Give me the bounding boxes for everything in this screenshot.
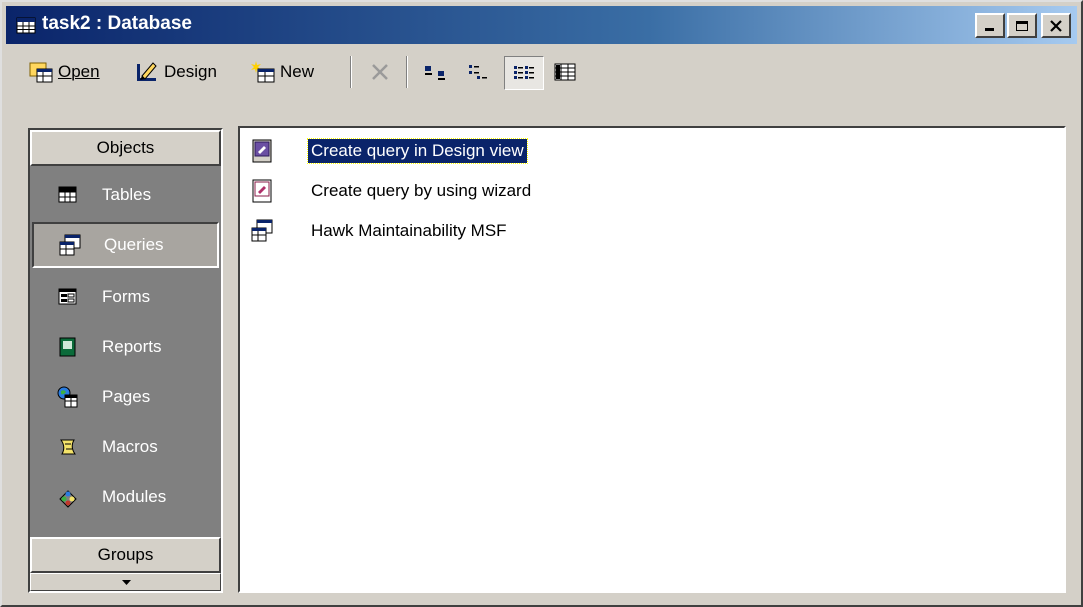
design-button[interactable]: Design — [134, 56, 217, 88]
details-view-icon — [554, 63, 576, 81]
large-icons-button[interactable] — [418, 56, 456, 88]
new-label: New — [280, 62, 315, 81]
chevron-down-icon — [122, 580, 131, 585]
list-item[interactable]: Create query in Design view — [250, 134, 528, 168]
delete-button[interactable] — [364, 56, 396, 88]
minimize-button[interactable] — [975, 13, 1005, 38]
list-item-label: Create query by using wizard — [311, 181, 532, 200]
database-window: task2 : Database Open Design New Objects… — [0, 0, 1083, 607]
sidebar-item-label: Pages — [102, 387, 151, 406]
new-button[interactable]: New — [250, 56, 314, 88]
close-button[interactable] — [1041, 13, 1071, 38]
small-icons-button[interactable] — [460, 56, 498, 88]
sidebar-item-label: Tables — [102, 185, 152, 204]
sidebar-item-label: Forms — [102, 287, 151, 306]
sidebar-item-queries[interactable]: Queries — [32, 222, 219, 268]
open-icon — [29, 62, 53, 83]
objects-header-button[interactable]: Objects — [30, 130, 221, 166]
toolbar-separator — [350, 56, 352, 88]
list-item-label: Create query in Design view — [307, 138, 528, 164]
object-list[interactable]: Create query in Design view Create query… — [238, 126, 1066, 593]
module-icon — [59, 490, 77, 508]
open-label: Open — [58, 62, 100, 81]
sidebar-item-modules[interactable]: Modules — [32, 474, 219, 520]
maximize-button[interactable] — [1007, 13, 1037, 38]
list-item[interactable]: Hawk Maintainability MSF — [250, 214, 510, 248]
large-icons-view-icon — [425, 66, 445, 80]
list-view-icon — [514, 66, 534, 79]
delete-icon — [372, 64, 388, 80]
list-item-label: Hawk Maintainability MSF — [311, 221, 507, 240]
close-icon — [1050, 19, 1062, 32]
sidebar-item-label: Reports — [102, 337, 162, 356]
window-title: task2 : Database — [42, 13, 192, 34]
open-button[interactable]: Open — [28, 56, 100, 88]
sidebar-item-label: Modules — [102, 487, 167, 506]
maximize-icon — [1016, 20, 1028, 31]
minimize-icon — [985, 27, 994, 31]
toolbar: Open Design New — [10, 50, 1073, 94]
wizard-shortcut-icon — [252, 179, 272, 203]
toolbar-separator — [406, 56, 408, 88]
window-controls — [975, 13, 1071, 38]
query-icon — [251, 219, 273, 242]
sidebar-item-pages[interactable]: Pages — [32, 374, 219, 420]
report-icon — [59, 337, 76, 357]
macro-icon — [60, 439, 76, 455]
table-icon — [58, 186, 77, 203]
groups-header-button[interactable]: Groups — [30, 537, 221, 573]
sidebar-item-reports[interactable]: Reports — [32, 324, 219, 370]
design-label: Design — [164, 62, 217, 81]
list-view-button[interactable] — [504, 56, 544, 90]
query-icon — [59, 234, 81, 256]
small-icons-view-icon — [469, 65, 487, 79]
new-icon — [251, 61, 275, 83]
sidebar-item-forms[interactable]: Forms — [32, 274, 219, 320]
list-item[interactable]: Create query by using wizard — [250, 174, 534, 208]
title-bar[interactable]: task2 : Database — [6, 6, 1077, 44]
form-icon — [58, 288, 77, 305]
design-view-shortcut-icon — [252, 139, 272, 163]
sidebar-item-tables[interactable]: Tables — [32, 172, 219, 218]
sidebar-item-label: Macros — [102, 437, 158, 456]
page-icon — [57, 386, 78, 408]
design-icon — [137, 62, 157, 81]
sidebar-item-macros[interactable]: Macros — [32, 424, 219, 470]
objects-bar: Objects Tables Queries Forms Reports Pag… — [28, 128, 223, 593]
sidebar-item-label: Queries — [104, 235, 164, 254]
details-view-button[interactable] — [546, 56, 584, 88]
database-icon — [16, 17, 36, 34]
sidebar-scroll-down-button[interactable] — [30, 573, 221, 591]
